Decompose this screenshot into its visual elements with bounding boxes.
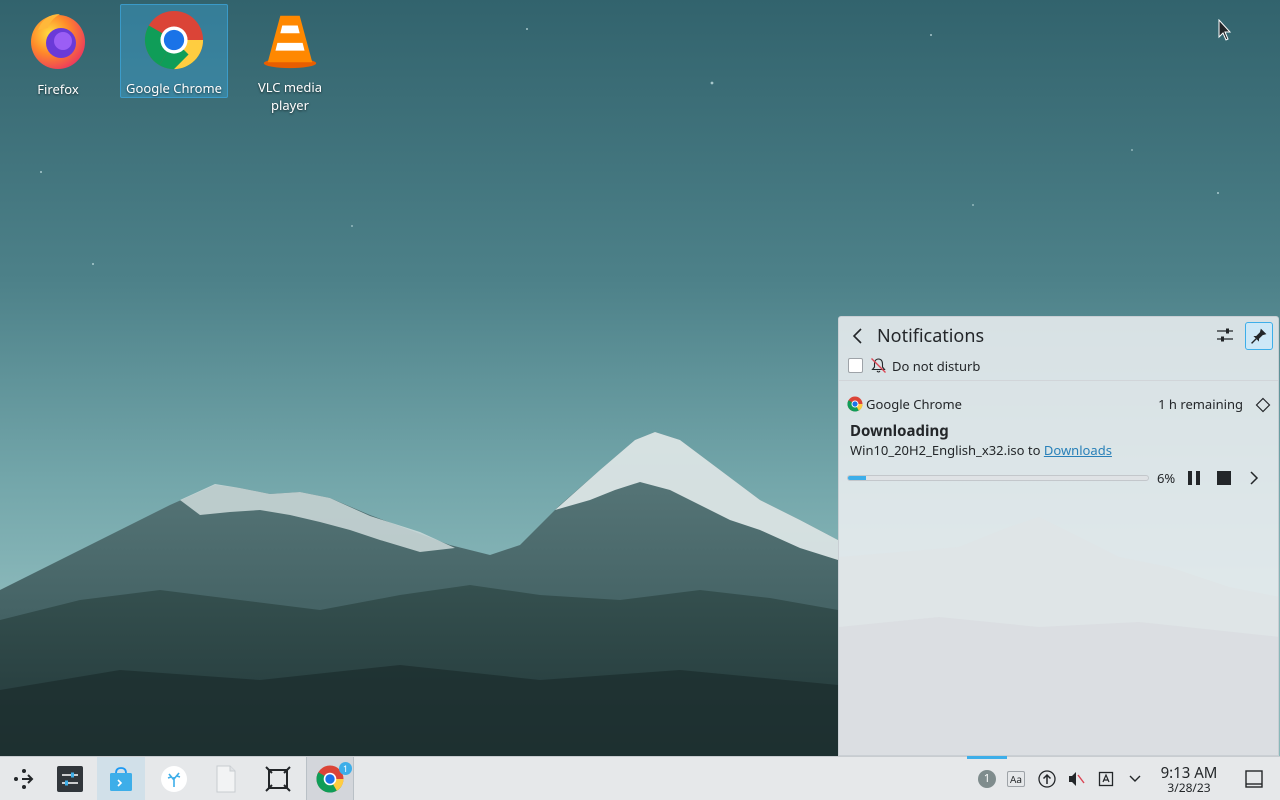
chrome-icon: [144, 10, 204, 70]
chrome-notification-badge: 1: [339, 762, 352, 775]
tray-expand-button[interactable]: [1125, 769, 1145, 789]
notifications-popup: Notifications Do not disturb Google Chro…: [838, 316, 1279, 756]
notification-body: Win10_20H2_English_x32.iso to Downloads: [850, 441, 1112, 459]
download-progress-bar: [847, 475, 1149, 481]
tray-clipboard[interactable]: [1096, 769, 1116, 789]
launcher-icon: [14, 769, 34, 789]
tray-updates[interactable]: 1: [977, 769, 997, 789]
desktop-icon-label: VLC media player: [257, 78, 323, 114]
downloads-link[interactable]: Downloads: [1044, 441, 1112, 459]
desktop-icon-firefox[interactable]: Firefox: [4, 4, 112, 114]
settings-app-icon: [57, 766, 83, 792]
progress-percent: 6%: [1157, 469, 1176, 487]
store-bag-icon: [110, 767, 132, 791]
task-file[interactable]: [202, 757, 250, 800]
back-arrow-icon[interactable]: [847, 325, 869, 347]
updates-badge: 1: [978, 770, 996, 788]
tray-active-indicator: [967, 756, 1007, 759]
coral-icon: [161, 766, 187, 792]
pin-button[interactable]: [1245, 322, 1273, 350]
desktop-icon-label: Google Chrome: [126, 79, 222, 97]
clock-date: 3/28/23: [1167, 779, 1211, 796]
firefox-icon: [31, 14, 85, 69]
notification-app-row: Google Chrome 1 h remaining: [847, 395, 1273, 415]
application-launcher-button[interactable]: [0, 757, 48, 800]
notification-app-name: Google Chrome: [866, 395, 962, 413]
task-plasma-app[interactable]: [150, 757, 198, 800]
notifications-title: Notifications: [877, 324, 985, 348]
tray-network[interactable]: [1037, 769, 1057, 789]
document-icon: [216, 765, 236, 793]
desktop-icon-label: Firefox: [37, 80, 79, 98]
do-not-disturb-checkbox[interactable]: [848, 358, 863, 373]
stop-icon[interactable]: [1215, 469, 1233, 487]
task-system-settings[interactable]: [46, 757, 94, 800]
clipboard-icon: [1098, 771, 1114, 787]
bell-off-icon: [871, 358, 886, 373]
pin-icon: [1251, 328, 1267, 344]
tray-volume[interactable]: [1066, 769, 1086, 789]
configure-icon[interactable]: [1213, 323, 1237, 347]
network-upload-icon: [1038, 770, 1056, 788]
progress-fill: [848, 476, 866, 480]
show-desktop-icon[interactable]: [1244, 769, 1264, 789]
task-discover[interactable]: [97, 757, 145, 800]
chevron-right-icon[interactable]: [1245, 469, 1263, 487]
time-remaining: 1 h remaining: [1158, 395, 1243, 413]
desktop-icon-google-chrome[interactable]: Google Chrome: [120, 4, 228, 98]
tray-font-indicator[interactable]: Aa: [1007, 771, 1025, 787]
desktop-icon-vlc[interactable]: VLC media player: [236, 4, 344, 114]
download-file-text: Win10_20H2_English_x32.iso to: [850, 441, 1044, 459]
notifications-header: Notifications Do not disturb: [839, 317, 1278, 381]
popup-background-blur: [839, 517, 1278, 755]
do-not-disturb-label: Do not disturb: [892, 357, 981, 375]
chrome-icon: [847, 396, 863, 412]
chevron-down-icon: [1129, 775, 1141, 782]
task-screenshot[interactable]: [254, 757, 302, 800]
pause-icon[interactable]: [1185, 469, 1203, 487]
taskbar: 1 1 Aa 9:13 AM 3/28/23: [0, 756, 1280, 800]
crop-frame-icon: [265, 766, 291, 792]
diamond-icon[interactable]: [1255, 397, 1271, 413]
task-google-chrome[interactable]: 1: [306, 757, 354, 800]
vlc-icon: [263, 15, 317, 69]
notification-heading: Downloading: [850, 421, 949, 441]
mouse-cursor-icon: [1218, 19, 1232, 41]
speaker-muted-icon: [1069, 772, 1085, 786]
